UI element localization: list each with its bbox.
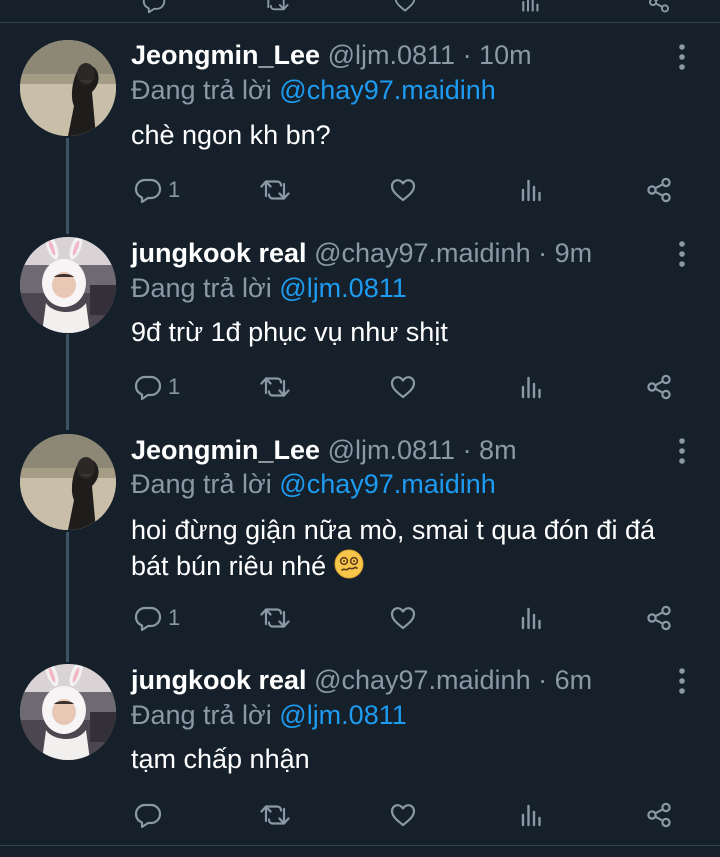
replying-to-label: Đang trả lời <box>131 700 272 730</box>
replying-to-label: Đang trả lời <box>131 469 272 499</box>
tweet-text: hoi đừng giận nữa mò, smai t qua đón đi … <box>131 512 701 584</box>
like-icon[interactable] <box>393 0 417 14</box>
reply-icon <box>134 604 162 632</box>
share-icon <box>645 801 673 829</box>
tweet-actions: 1 <box>0 170 720 210</box>
share-icon[interactable] <box>647 0 671 14</box>
woozy-face-icon <box>334 549 364 579</box>
reply-button[interactable]: 1 <box>134 170 180 210</box>
share-icon <box>645 176 673 204</box>
views-icon <box>518 373 546 401</box>
timestamp: · 10m <box>462 40 532 70</box>
like-icon <box>389 373 417 401</box>
retweet-icon <box>260 373 290 401</box>
like-button[interactable] <box>389 367 417 407</box>
timestamp: · 9m <box>538 238 593 268</box>
reply-handle-link[interactable]: @chay97.maidinh <box>279 469 496 499</box>
more-icon[interactable] <box>672 666 692 696</box>
retweet-icon <box>260 604 290 632</box>
retweet-button[interactable] <box>260 598 290 638</box>
display-name[interactable]: jungkook real <box>131 238 307 268</box>
user-handle[interactable]: @ljm.0811 <box>328 40 455 70</box>
reply-count: 1 <box>168 177 181 202</box>
share-button[interactable] <box>645 598 673 638</box>
user-handle[interactable]: @ljm.0811 <box>328 435 455 465</box>
tweet-text: tạm chấp nhận <box>131 744 310 774</box>
previous-tweet-actions <box>0 0 720 23</box>
reply-count: 1 <box>168 605 181 630</box>
reply-icon <box>134 801 162 829</box>
reply-icon <box>134 176 162 204</box>
like-button[interactable] <box>389 795 417 835</box>
views-icon[interactable] <box>519 0 543 14</box>
display-name[interactable]: Jeongmin_Lee <box>131 435 320 465</box>
tweet-text: chè ngon kh bn? <box>131 120 331 150</box>
tweet-text-line: bát bún riêu nhé <box>131 551 327 581</box>
display-name[interactable]: Jeongmin_Lee <box>131 40 320 70</box>
reply-count: 1 <box>168 374 181 399</box>
retweet-icon <box>260 176 290 204</box>
tweet-text-line-2: bát bún riêu nhé <box>131 548 701 584</box>
retweet-button[interactable] <box>260 367 290 407</box>
user-handle[interactable]: @chay97.maidinh <box>314 665 531 695</box>
replying-to: Đang trả lời @ljm.0811 <box>131 698 407 732</box>
retweet-icon <box>260 801 290 829</box>
share-button[interactable] <box>645 170 673 210</box>
retweet-button[interactable] <box>260 170 290 210</box>
reply-handle-link[interactable]: @ljm.0811 <box>279 273 406 303</box>
replying-to-label: Đang trả lời <box>131 273 272 303</box>
like-icon <box>389 176 417 204</box>
share-button[interactable] <box>645 795 673 835</box>
avatar[interactable] <box>20 237 116 333</box>
like-button[interactable] <box>389 598 417 638</box>
tweet-actions: 1 <box>0 598 720 638</box>
tweet-actions <box>0 795 720 835</box>
timestamp: · 6m <box>538 665 593 695</box>
display-name[interactable]: jungkook real <box>131 665 307 695</box>
reply-button[interactable] <box>134 795 168 835</box>
tweet-header: jungkook real @chay97.maidinh · 9m <box>131 236 670 270</box>
retweet-icon[interactable] <box>263 0 289 14</box>
views-icon <box>518 801 546 829</box>
tweet-header: Jeongmin_Lee @ljm.0811 · 10m <box>131 38 670 72</box>
reply-handle-link[interactable]: @ljm.0811 <box>279 700 406 730</box>
avatar[interactable] <box>20 434 116 530</box>
replying-to: Đang trả lời @ljm.0811 <box>131 271 407 305</box>
tweet-header: jungkook real @chay97.maidinh · 6m <box>131 663 670 697</box>
share-button[interactable] <box>645 367 673 407</box>
reply-icon <box>134 373 162 401</box>
reply-handle-link[interactable]: @chay97.maidinh <box>279 75 496 105</box>
views-icon <box>518 176 546 204</box>
share-icon <box>645 604 673 632</box>
divider <box>0 845 720 846</box>
views-icon <box>518 604 546 632</box>
views-button[interactable] <box>518 598 546 638</box>
tweet-text-line: hoi đừng giận nữa mò, smai t qua đón đi … <box>131 515 655 545</box>
avatar[interactable] <box>20 664 116 760</box>
tweet-text: 9đ trừ 1đ phục vụ như shịt <box>131 317 448 347</box>
replying-to: Đang trả lời @chay97.maidinh <box>131 73 496 107</box>
tweet-header: Jeongmin_Lee @ljm.0811 · 8m <box>131 433 670 467</box>
views-button[interactable] <box>518 795 546 835</box>
thread-line <box>66 532 69 662</box>
more-icon[interactable] <box>672 436 692 466</box>
reply-icon[interactable] <box>142 0 166 14</box>
more-icon[interactable] <box>672 42 692 72</box>
timestamp: · 8m <box>462 435 517 465</box>
like-icon <box>389 604 417 632</box>
user-handle[interactable]: @chay97.maidinh <box>314 238 531 268</box>
replying-to: Đang trả lời @chay97.maidinh <box>131 467 496 501</box>
views-button[interactable] <box>518 367 546 407</box>
tweet-actions: 1 <box>0 367 720 407</box>
more-icon[interactable] <box>672 239 692 269</box>
reply-button[interactable]: 1 <box>134 598 180 638</box>
like-icon <box>389 801 417 829</box>
retweet-button[interactable] <box>260 795 290 835</box>
replying-to-label: Đang trả lời <box>131 75 272 105</box>
reply-button[interactable]: 1 <box>134 367 180 407</box>
share-icon <box>645 373 673 401</box>
like-button[interactable] <box>389 170 417 210</box>
views-button[interactable] <box>518 170 546 210</box>
avatar[interactable] <box>20 40 116 136</box>
